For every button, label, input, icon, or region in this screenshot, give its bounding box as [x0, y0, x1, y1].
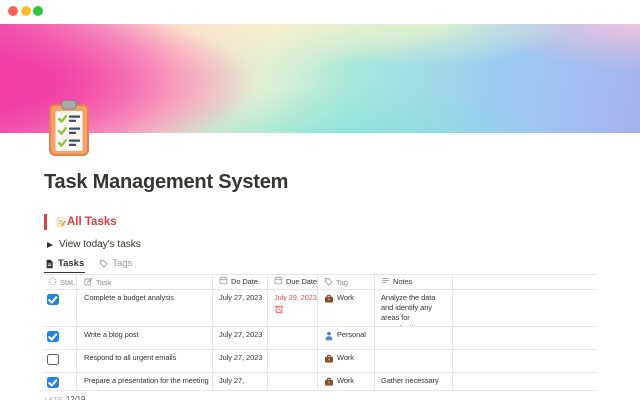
do-date-value: July 27, 2023 [219, 293, 263, 302]
tab-tags-label: Tags [112, 258, 133, 269]
do-date-cell[interactable]: July 27, 2023 [213, 290, 268, 326]
edit-square-icon [84, 277, 93, 288]
column-header-tag[interactable]: Tag [318, 275, 375, 289]
column-header-task[interactable]: Task [77, 275, 213, 289]
tab-tasks[interactable]: Tasks [44, 258, 86, 273]
calc-row[interactable]: LETE 12/19 [44, 391, 597, 400]
tag-cell[interactable]: Work [318, 350, 375, 372]
status-cell[interactable] [44, 290, 77, 326]
task-cell[interactable]: Write a blog post [77, 327, 213, 349]
do-date-cell[interactable]: July 27, 2023 [213, 327, 268, 349]
do-date-value: July 27, 2023 [219, 353, 263, 362]
status-cell[interactable] [44, 373, 77, 390]
due-date-cell[interactable]: July 29, 2023 [268, 290, 318, 326]
briefcase-icon [324, 377, 334, 387]
page-title[interactable]: Task Management System [44, 171, 597, 194]
tag-cell[interactable]: Work [318, 290, 375, 326]
row-filler [453, 350, 597, 372]
do-date-cell[interactable]: July 27, [213, 373, 268, 390]
calc-value: 12/19 [65, 395, 86, 400]
task-checkbox[interactable] [47, 376, 59, 388]
table-row: Respond to all urgent emails July 27, 20… [44, 350, 597, 373]
due-date-value: July 29, 2023 [274, 293, 317, 302]
task-checkbox[interactable] [47, 353, 59, 365]
column-header-do-date[interactable]: Do Date [213, 275, 268, 289]
tag-icon [99, 259, 108, 268]
calendar-icon [274, 276, 283, 288]
briefcase-icon [324, 354, 334, 364]
tasks-table: Stat... Task [44, 274, 597, 400]
alarm-clock-icon [274, 304, 284, 314]
task-title: Complete a budget analysis [84, 293, 174, 302]
document-icon [45, 259, 54, 269]
notes-value: Analyze the data and identify any areas … [381, 293, 436, 326]
tag-cell[interactable]: Personal [318, 327, 375, 349]
task-cell[interactable]: Prepare a presentation for the meeting [77, 373, 213, 390]
task-cell[interactable]: Respond to all urgent emails [77, 350, 213, 372]
task-title: Prepare a presentation for the meeting [84, 376, 209, 385]
table-header: Stat... Task [44, 275, 597, 290]
do-date-cell[interactable]: July 27, 2023 [213, 350, 268, 372]
minimize-button[interactable] [20, 6, 31, 16]
due-date-cell[interactable] [268, 350, 318, 372]
header-filler [453, 275, 597, 289]
notion-window: Task Management System All Tasks View to… [0, 0, 640, 400]
notes-cell[interactable] [375, 327, 453, 349]
all-tasks-label: All Tasks [67, 216, 117, 228]
person-icon [324, 331, 334, 341]
row-filler [453, 327, 597, 349]
task-checkbox[interactable] [47, 293, 59, 305]
notes-value: Gather necessary [381, 376, 439, 385]
toggle-arrow-icon[interactable] [47, 241, 53, 248]
tag-icon [324, 277, 333, 288]
status-cell[interactable] [44, 327, 77, 349]
task-cell[interactable]: Complete a budget analysis [77, 290, 213, 326]
row-filler [453, 290, 597, 326]
status-circle-icon [48, 277, 57, 288]
tag-value: Work [337, 353, 354, 362]
page-content: Task Management System All Tasks View to… [44, 133, 597, 400]
notes-cell[interactable]: Gather necessary [375, 373, 453, 390]
cover-image[interactable] [0, 24, 640, 133]
table-body: Complete a budget analysis July 27, 2023… [44, 290, 597, 391]
tag-value: Personal [337, 330, 366, 339]
briefcase-icon [324, 294, 334, 304]
notes-cell[interactable] [375, 350, 453, 372]
memo-icon [56, 217, 66, 227]
zoom-button[interactable] [33, 6, 43, 16]
do-date-value: July 27, [219, 376, 245, 385]
column-header-due-date[interactable]: Due Date [268, 275, 318, 289]
tag-cell[interactable]: Work [318, 373, 375, 390]
due-date-cell[interactable] [268, 373, 318, 390]
do-date-value: July 27, 2023 [219, 330, 263, 339]
view-tabs: Tasks Tags [44, 258, 597, 273]
task-title: Respond to all urgent emails [84, 353, 177, 362]
table-row: Write a blog post July 27, 2023 Personal [44, 327, 597, 350]
task-title: Write a blog post [84, 330, 139, 339]
row-filler [453, 373, 597, 390]
toggle-view-todays-tasks[interactable]: View today's tasks [44, 238, 597, 251]
tab-tags[interactable]: Tags [98, 258, 133, 273]
tab-tasks-label: Tasks [58, 258, 85, 269]
tag-value: Work [337, 293, 354, 302]
column-header-status[interactable]: Stat... [44, 275, 77, 289]
all-tasks-callout[interactable]: All Tasks [44, 214, 597, 230]
due-date-cell[interactable] [268, 327, 318, 349]
tag-value: Work [337, 376, 354, 385]
text-lines-icon [381, 276, 390, 288]
column-header-notes[interactable]: Notes [375, 275, 453, 289]
close-button[interactable] [8, 6, 18, 16]
toggle-label: View today's tasks [59, 239, 141, 250]
table-row: Complete a budget analysis July 27, 2023… [44, 290, 597, 327]
status-cell[interactable] [44, 350, 77, 372]
table-row: Prepare a presentation for the meeting J… [44, 373, 597, 391]
task-checkbox[interactable] [47, 330, 59, 342]
notes-cell[interactable]: Analyze the data and identify any areas … [375, 290, 453, 326]
window-titlebar [0, 0, 640, 24]
calendar-icon [219, 276, 228, 288]
